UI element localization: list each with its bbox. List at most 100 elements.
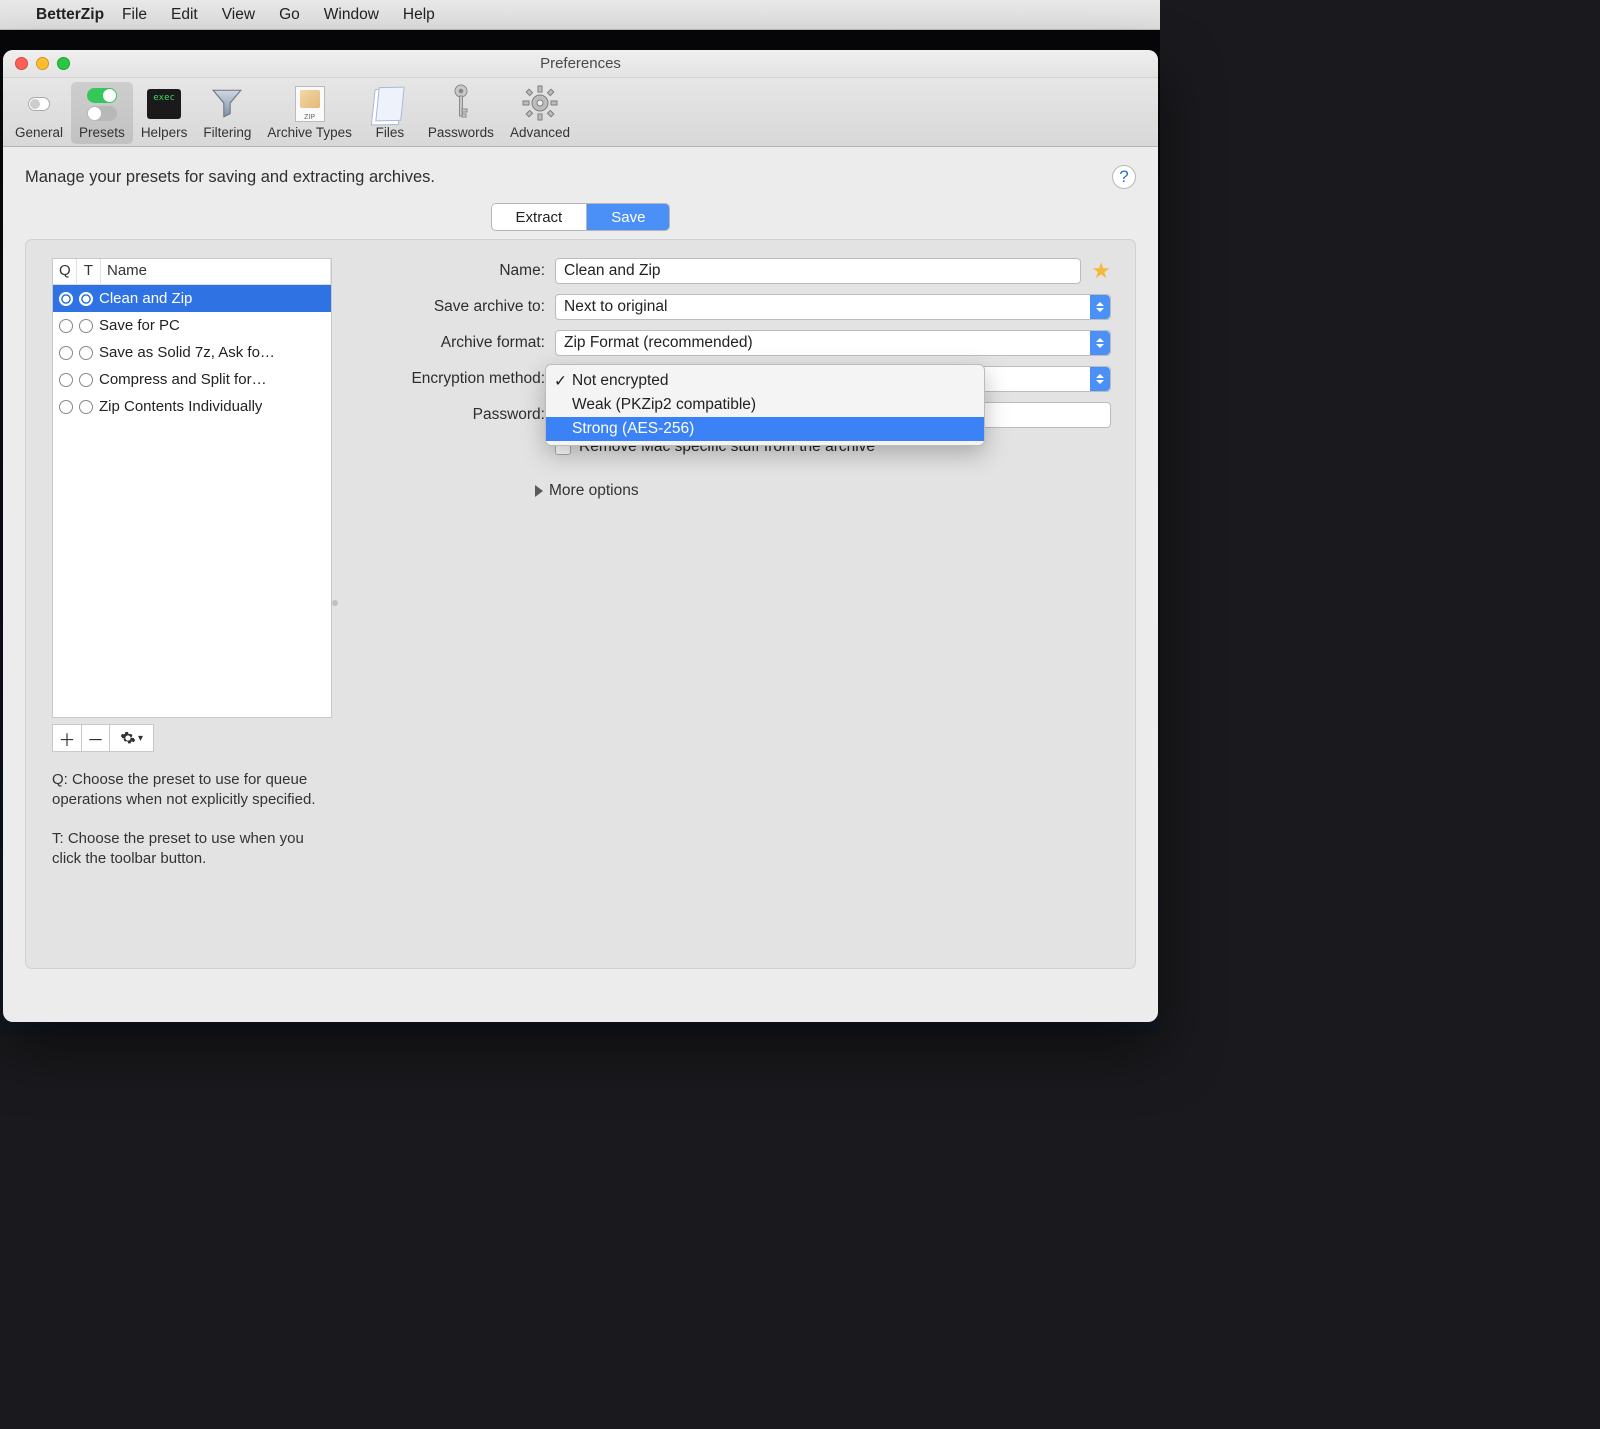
- more-options-disclosure[interactable]: More options: [350, 482, 1111, 500]
- gear-icon: [120, 730, 136, 746]
- queue-radio[interactable]: [59, 400, 73, 414]
- toolbar-radio[interactable]: [79, 400, 93, 414]
- preset-list-header: Q T Name: [53, 259, 331, 285]
- save-archive-to-select[interactable]: Next to original: [555, 294, 1111, 320]
- toolbar-tab-archive-types[interactable]: ZIP Archive Types: [259, 82, 360, 144]
- segment-save[interactable]: Save: [586, 204, 669, 230]
- preset-name-field[interactable]: [555, 258, 1081, 284]
- encryption-option[interactable]: Not encrypted: [546, 369, 984, 393]
- toolbar-radio[interactable]: [79, 319, 93, 333]
- add-preset-button[interactable]: ＋: [53, 725, 81, 751]
- gear-icon: [522, 85, 558, 124]
- column-t[interactable]: T: [77, 259, 101, 284]
- encryption-method-menu[interactable]: Not encrypted Weak (PKZip2 compatible) S…: [545, 364, 985, 446]
- menu-window[interactable]: Window: [324, 6, 379, 24]
- toolbar-radio[interactable]: [79, 346, 93, 360]
- preset-name: Zip Contents Individually: [99, 398, 262, 415]
- toolbar-label-files: Files: [376, 125, 405, 140]
- preset-form: Name: ★ Save archive to: Next to origina…: [350, 258, 1115, 948]
- label-name: Name:: [350, 262, 555, 280]
- preferences-toolbar: General Presets exec Helpers Filtering Z…: [3, 78, 1158, 147]
- toolbar-radio[interactable]: [79, 292, 93, 306]
- window-titlebar[interactable]: Preferences: [3, 50, 1158, 78]
- toolbar-tab-presets[interactable]: Presets: [71, 82, 133, 144]
- presets-panel: Q T Name Clean and Zip Save: [25, 239, 1136, 969]
- toolbar-label-helpers: Helpers: [141, 125, 188, 140]
- encryption-option[interactable]: Weak (PKZip2 compatible): [546, 393, 984, 417]
- select-stepper-icon: [1090, 331, 1110, 355]
- column-name[interactable]: Name: [101, 259, 331, 284]
- toolbar-label-filtering: Filtering: [203, 125, 251, 140]
- toggles-icon: [87, 88, 117, 121]
- disclosure-triangle-icon: [535, 485, 543, 497]
- label-encryption-method: Encryption method:: [350, 370, 555, 388]
- toolbar-label-presets: Presets: [79, 125, 125, 140]
- select-stepper-icon: [1090, 295, 1110, 319]
- preset-name: Save for PC: [99, 317, 180, 334]
- window-title: Preferences: [3, 55, 1158, 72]
- preset-row[interactable]: Clean and Zip: [53, 285, 331, 312]
- toolbar-label-advanced: Advanced: [510, 125, 570, 140]
- preset-name: Compress and Split for…: [99, 371, 267, 388]
- label-password: Password:: [350, 406, 555, 424]
- toolbar-tab-filtering[interactable]: Filtering: [195, 82, 259, 144]
- macos-menubar: BetterZip File Edit View Go Window Help: [0, 0, 1160, 30]
- preset-list-actions: ＋ － ▾: [52, 724, 154, 752]
- legend-q-text: Q: Choose the preset to use for queue op…: [52, 770, 332, 811]
- save-archive-to-value: Next to original: [564, 298, 667, 316]
- preset-row[interactable]: Compress and Split for…: [53, 366, 331, 393]
- toolbar-tab-files[interactable]: Files: [360, 82, 420, 144]
- archive-format-select[interactable]: Zip Format (recommended): [555, 330, 1111, 356]
- toolbar-tab-general[interactable]: General: [7, 82, 71, 144]
- preset-name: Save as Solid 7z, Ask fo…: [99, 344, 275, 361]
- label-archive-format: Archive format:: [350, 334, 555, 352]
- documents-icon: [375, 87, 404, 122]
- preset-row[interactable]: Zip Contents Individually: [53, 393, 331, 420]
- extract-save-segment: Extract Save: [491, 203, 671, 231]
- app-menu[interactable]: BetterZip: [36, 6, 104, 24]
- preferences-body: Manage your presets for saving and extra…: [3, 147, 1158, 991]
- menu-go[interactable]: Go: [279, 6, 300, 24]
- remove-preset-button[interactable]: －: [81, 725, 109, 751]
- encryption-option[interactable]: Strong (AES-256): [546, 417, 984, 441]
- more-options-label: More options: [549, 482, 639, 500]
- menu-edit[interactable]: Edit: [171, 6, 198, 24]
- preset-legend: Q: Choose the preset to use for queue op…: [52, 770, 332, 869]
- chevron-down-icon: ▾: [138, 733, 143, 744]
- switch-icon: [28, 97, 50, 111]
- legend-t-text: T: Choose the preset to use when you cli…: [52, 829, 332, 870]
- split-handle[interactable]: [332, 600, 338, 606]
- help-button[interactable]: ?: [1112, 165, 1136, 189]
- toolbar-label-passwords: Passwords: [428, 125, 494, 140]
- queue-radio[interactable]: [59, 346, 73, 360]
- toolbar-tab-advanced[interactable]: Advanced: [502, 82, 578, 144]
- select-stepper-icon: [1090, 367, 1110, 391]
- preset-actions-menu[interactable]: ▾: [109, 725, 153, 751]
- preset-row[interactable]: Save for PC: [53, 312, 331, 339]
- preset-name: Clean and Zip: [99, 290, 192, 307]
- preferences-window: Preferences General Presets exec Helpers…: [3, 50, 1158, 1022]
- toolbar-label-general: General: [15, 125, 63, 140]
- page-heading: Manage your presets for saving and extra…: [25, 168, 435, 187]
- menu-view[interactable]: View: [222, 6, 255, 24]
- archive-file-icon: ZIP: [295, 86, 325, 122]
- toolbar-tab-passwords[interactable]: Passwords: [420, 82, 502, 144]
- funnel-icon: [210, 86, 244, 123]
- favorite-star-icon[interactable]: ★: [1091, 258, 1111, 284]
- label-save-archive-to: Save archive to:: [350, 298, 555, 316]
- menu-file[interactable]: File: [122, 6, 147, 24]
- segment-extract[interactable]: Extract: [492, 204, 587, 230]
- queue-radio[interactable]: [59, 373, 73, 387]
- column-q[interactable]: Q: [53, 259, 77, 284]
- queue-radio[interactable]: [59, 319, 73, 333]
- terminal-icon: exec: [147, 89, 181, 119]
- preset-list[interactable]: Q T Name Clean and Zip Save: [52, 258, 332, 718]
- toolbar-tab-helpers[interactable]: exec Helpers: [133, 82, 196, 144]
- menu-help[interactable]: Help: [403, 6, 435, 24]
- queue-radio[interactable]: [59, 292, 73, 306]
- preset-row[interactable]: Save as Solid 7z, Ask fo…: [53, 339, 331, 366]
- key-icon: [449, 83, 473, 126]
- toolbar-label-archive-types: Archive Types: [267, 125, 352, 140]
- toolbar-radio[interactable]: [79, 373, 93, 387]
- preset-list-column: Q T Name Clean and Zip Save: [52, 258, 332, 948]
